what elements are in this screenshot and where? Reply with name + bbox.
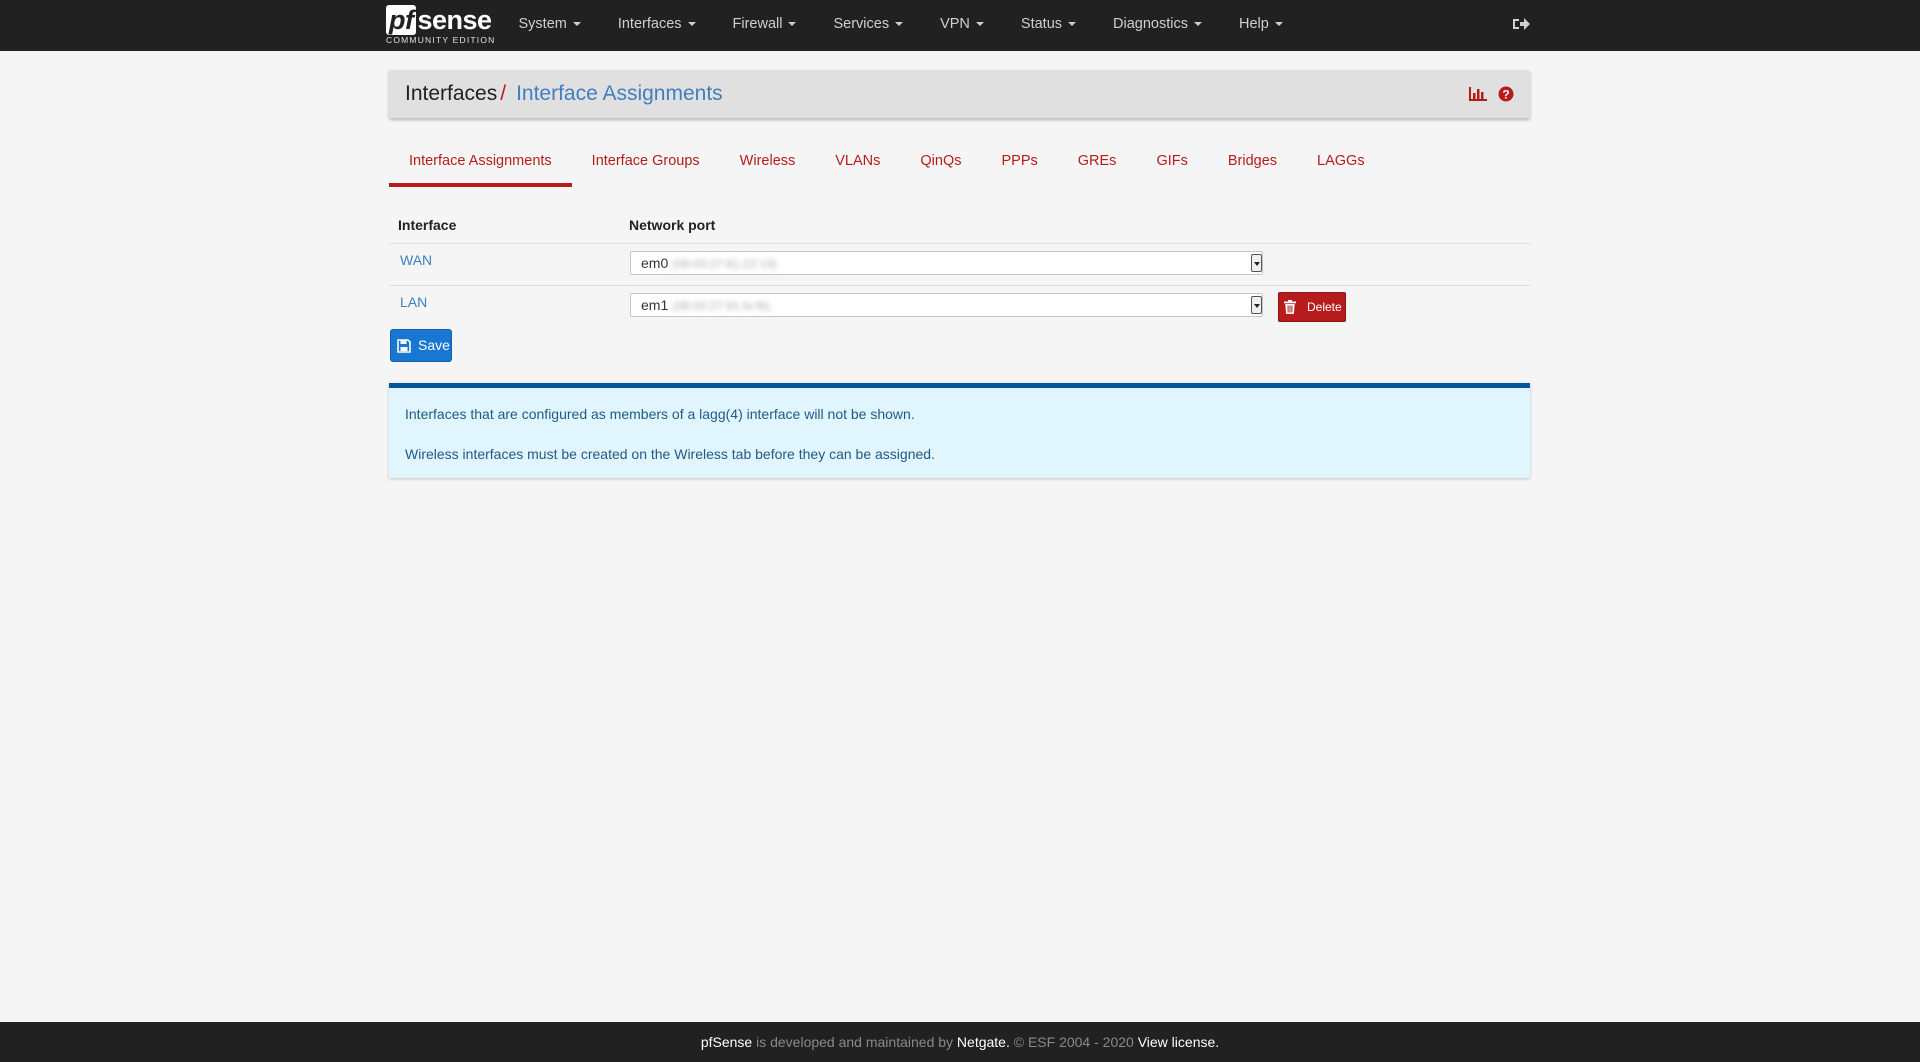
save-button[interactable]: Save	[390, 329, 452, 362]
network-port-select-wan[interactable]: em0 (08:00:27:81:22:19)	[630, 251, 1263, 275]
caret-down-icon	[895, 22, 904, 27]
table-row: LAN em1 (08:00:27:91:fe:f6) Delete	[389, 285, 1530, 327]
menu-diagnostics[interactable]: Diagnostics	[1095, 0, 1221, 51]
select-arrow-icon	[1251, 254, 1262, 272]
select-arrow-icon	[1251, 296, 1262, 314]
tab-gifs[interactable]: GIFs	[1136, 145, 1207, 187]
trash-icon	[1284, 300, 1296, 314]
caret-down-icon	[1274, 22, 1283, 27]
bar-chart-icon[interactable]	[1468, 86, 1488, 102]
menu-system[interactable]: System	[500, 0, 599, 51]
footer-copyright: © ESF 2004 - 2020	[1009, 1034, 1138, 1050]
tab-interface-assignments[interactable]: Interface Assignments	[389, 145, 572, 187]
footer-netgate-link[interactable]: Netgate.	[957, 1034, 1010, 1050]
column-header-interface: Interface	[398, 217, 457, 233]
tab-ppps[interactable]: PPPs	[982, 145, 1058, 187]
tab-qinqs[interactable]: QinQs	[900, 145, 981, 187]
tab-laggs[interactable]: LAGGs	[1297, 145, 1385, 187]
top-navbar: pf sense COMMUNITY EDITION System Interfa…	[0, 0, 1920, 51]
interface-tabs: Interface Assignments Interface Groups W…	[389, 145, 1385, 187]
breadcrumb-separator: /	[500, 82, 507, 105]
caret-down-icon	[975, 22, 984, 27]
footer-text: is developed and maintained by	[752, 1034, 957, 1050]
port-mac-address: (08:00:27:91:fe:f6)	[672, 299, 771, 313]
caret-down-icon	[788, 22, 797, 27]
tab-vlans[interactable]: VLANs	[815, 145, 900, 187]
info-alert: Interfaces that are configured as member…	[389, 383, 1530, 478]
menu-interfaces[interactable]: Interfaces	[599, 0, 714, 51]
footer-product: pfSense	[700, 1034, 753, 1050]
navbar-inner: pf sense COMMUNITY EDITION System Interfa…	[386, 0, 1530, 51]
menu-vpn[interactable]: VPN	[922, 0, 1003, 51]
menu-services[interactable]: Services	[815, 0, 922, 51]
logo-edition: COMMUNITY EDITION	[386, 35, 496, 45]
tab-gres[interactable]: GREs	[1058, 145, 1137, 187]
main-menu: System Interfaces Firewall Services VPN …	[500, 0, 1301, 51]
menu-status[interactable]: Status	[1002, 0, 1094, 51]
port-mac-address: (08:00:27:81:22:19)	[672, 257, 777, 271]
alert-text-lagg: Interfaces that are configured as member…	[405, 406, 915, 422]
breadcrumb-root: Interfaces	[405, 82, 498, 105]
caret-down-icon	[572, 22, 581, 27]
sign-out-icon[interactable]	[1512, 16, 1530, 32]
logo-wordmark: pf sense	[386, 5, 492, 35]
breadcrumb-current[interactable]: Interface Assignments	[516, 82, 723, 105]
footer: pfSense is developed and maintained by N…	[0, 1022, 1920, 1062]
svg-text:?: ?	[1502, 88, 1509, 102]
delete-button[interactable]: Delete	[1278, 292, 1346, 322]
menu-help[interactable]: Help	[1220, 0, 1301, 51]
breadcrumb: Interfaces / Interface Assignments	[405, 82, 723, 106]
page-header: Interfaces / Interface Assignments ?	[389, 70, 1530, 118]
tab-interface-groups[interactable]: Interface Groups	[572, 145, 720, 187]
caret-down-icon	[1068, 22, 1077, 27]
pfsense-logo[interactable]: pf sense COMMUNITY EDITION	[386, 5, 496, 49]
network-port-select-lan[interactable]: em1 (08:00:27:91:fe:f6)	[630, 293, 1263, 317]
view-license-link[interactable]: View license.	[1138, 1034, 1219, 1050]
floppy-disk-icon	[397, 339, 411, 353]
caret-down-icon	[687, 22, 696, 27]
delete-button-label: Delete	[1307, 300, 1342, 314]
alert-text-wireless: Wireless interfaces must be created on t…	[405, 446, 935, 462]
interface-link-lan[interactable]: LAN	[400, 292, 427, 312]
menu-firewall[interactable]: Firewall	[714, 0, 815, 51]
save-button-label: Save	[418, 337, 450, 353]
port-name: em1	[641, 297, 669, 313]
tab-bridges[interactable]: Bridges	[1208, 145, 1297, 187]
column-header-network-port: Network port	[629, 217, 716, 233]
table-row: WAN em0 (08:00:27:81:22:19)	[389, 243, 1530, 285]
caret-down-icon	[1193, 22, 1202, 27]
question-circle-icon[interactable]: ?	[1498, 86, 1514, 102]
interface-link-wan[interactable]: WAN	[400, 250, 432, 270]
port-name: em0	[641, 255, 669, 271]
tab-wireless[interactable]: Wireless	[720, 145, 816, 187]
